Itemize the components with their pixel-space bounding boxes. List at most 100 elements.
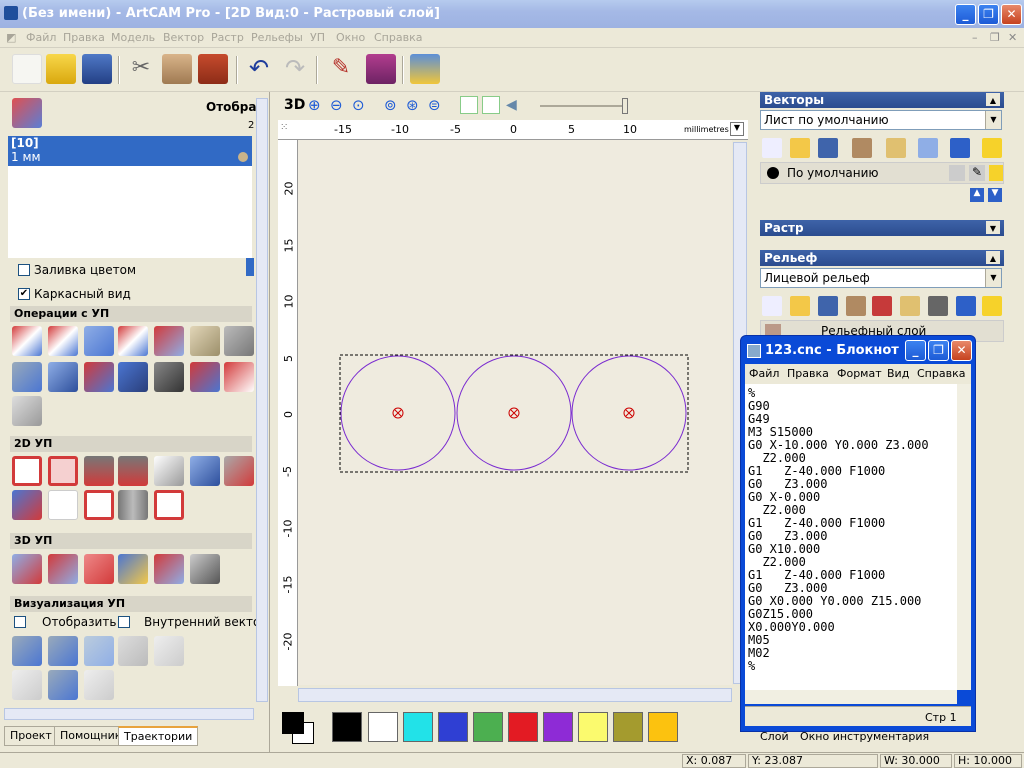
lock-icon[interactable]	[949, 165, 965, 181]
relief-select[interactable]: Лицевой рельеф ▼	[760, 268, 1002, 288]
chevron-down-icon[interactable]: ▼	[985, 269, 1001, 287]
sim-fast-icon[interactable]	[84, 636, 114, 666]
units-dropdown-icon[interactable]: ▼	[730, 122, 744, 136]
save-icon[interactable]	[82, 54, 112, 84]
notepad-menu-view[interactable]: Вид	[887, 367, 909, 380]
zoom-out-icon[interactable]: ⊖	[330, 96, 343, 114]
snap-grid-icon[interactable]	[460, 96, 478, 114]
open-folder-icon[interactable]	[46, 54, 76, 84]
left-horizontal-scrollbar[interactable]	[4, 708, 254, 720]
collapse-icon[interactable]: ▲	[986, 251, 1000, 264]
delete-layer-icon[interactable]	[950, 138, 970, 158]
new-layer-icon[interactable]	[762, 138, 782, 158]
chevron-down-icon[interactable]: ▼	[985, 111, 1001, 129]
menu-help[interactable]: Справка	[374, 31, 422, 44]
pocket-icon[interactable]	[48, 456, 78, 486]
side-marker[interactable]	[246, 258, 254, 276]
drawing-canvas[interactable]	[298, 140, 732, 685]
layer-row[interactable]: По умолчанию ✎	[760, 162, 1004, 184]
save-toolpath-icon[interactable]	[84, 362, 114, 392]
notepad-text-area[interactable]: % G90 G49 M3 S15000 G0 X-10.000 Y0.000 Z…	[745, 384, 957, 690]
redo-icon[interactable]: ↷	[280, 54, 310, 84]
rest-machining-icon[interactable]	[118, 554, 148, 584]
feature-icon[interactable]	[12, 490, 42, 520]
cut-icon[interactable]: ✂	[126, 54, 156, 84]
notepad-vertical-scrollbar[interactable]	[957, 384, 971, 690]
tab-project[interactable]: Проект	[4, 726, 58, 746]
ruler-origin-icon[interactable]: ⁙	[280, 122, 296, 138]
zoom-box-icon[interactable]: ⊚	[384, 96, 397, 114]
load-toolpath-icon[interactable]	[118, 362, 148, 392]
expand-icon[interactable]: ▼	[986, 221, 1000, 234]
toolpath-delete-icon[interactable]	[154, 326, 184, 356]
notepad-minimize-button[interactable]: _	[905, 340, 926, 361]
inlay-icon[interactable]	[224, 456, 254, 486]
sim-block-icon[interactable]	[12, 636, 42, 666]
copy-relief-icon[interactable]	[846, 296, 866, 316]
fluting-icon[interactable]	[118, 490, 148, 520]
tab-assistant[interactable]: Помощник	[54, 726, 128, 746]
sim-gray-icon[interactable]	[118, 636, 148, 666]
collapse-icon[interactable]: ▲	[986, 93, 1000, 106]
relief-stack-icon[interactable]	[872, 296, 892, 316]
vectors-header[interactable]: Векторы ▲	[760, 92, 1004, 108]
paste-layer-icon[interactable]	[886, 138, 906, 158]
copy-icon[interactable]	[162, 54, 192, 84]
new-relief-icon[interactable]	[762, 296, 782, 316]
wireframe-checkbox[interactable]: ✔	[18, 288, 30, 300]
merge-layer-icon[interactable]	[918, 138, 938, 158]
mdi-minimize-icon[interactable]: –	[972, 31, 978, 44]
sequence-icon[interactable]	[48, 490, 78, 520]
color-swatch-cyan[interactable]	[403, 712, 433, 742]
notepad-menu-file[interactable]: Файл	[749, 367, 779, 380]
material-icon[interactable]	[48, 362, 78, 392]
color-swatch-white[interactable]	[368, 712, 398, 742]
undo-icon[interactable]: ↶	[244, 54, 274, 84]
menu-file[interactable]: Файл	[26, 31, 56, 44]
visibility-icon[interactable]	[982, 138, 1002, 158]
transform-toolpath-icon[interactable]	[190, 362, 220, 392]
toolpath-info-icon[interactable]	[48, 326, 78, 356]
toolpath-order-icon[interactable]	[190, 326, 220, 356]
feature-machining-icon[interactable]	[154, 554, 184, 584]
edit-icon[interactable]: ✎	[969, 165, 985, 181]
menu-edit[interactable]: Правка	[63, 31, 105, 44]
sim-save-icon[interactable]	[48, 670, 78, 700]
relief-layers-icon[interactable]	[84, 554, 114, 584]
notepad-menu-format[interactable]: Формат	[837, 367, 882, 380]
vector-sheet-select[interactable]: Лист по умолчанию ▼	[760, 110, 1002, 130]
notepad-menu-help[interactable]: Справка	[917, 367, 965, 380]
tab-toolpaths[interactable]: Траектории	[118, 726, 199, 746]
probe-icon[interactable]	[190, 554, 220, 584]
sim-gray4-icon[interactable]	[84, 670, 114, 700]
zoom-fit-icon[interactable]: ⊙	[352, 96, 365, 114]
close-button[interactable]: ✕	[1001, 4, 1022, 25]
maximize-button[interactable]: ❐	[978, 4, 999, 25]
zoom-all-icon[interactable]: ⊜	[428, 96, 441, 114]
sim-gray3-icon[interactable]	[12, 670, 42, 700]
menu-raster[interactable]: Растр	[211, 31, 244, 44]
arrow-up-icon[interactable]: ▲	[970, 188, 984, 202]
simulate-icon[interactable]	[12, 396, 42, 426]
toolpath-list[interactable]	[8, 166, 252, 258]
engrave-text-icon[interactable]	[154, 456, 184, 486]
color-swatch-green[interactable]	[473, 712, 503, 742]
arrow-down-icon[interactable]: ▼	[988, 188, 1002, 202]
visibility-relief-icon[interactable]	[982, 296, 1002, 316]
menu-reliefs[interactable]: Рельефы	[251, 31, 303, 44]
left-vertical-scrollbar[interactable]	[256, 98, 268, 702]
menu-model[interactable]: Модель	[111, 31, 155, 44]
toolpath-edit-icon[interactable]	[118, 326, 148, 356]
vbit-icon[interactable]	[84, 456, 114, 486]
color-swatch-blue[interactable]	[438, 712, 468, 742]
create-toolpath-icon[interactable]	[12, 326, 42, 356]
sim-gray2-icon[interactable]	[154, 636, 184, 666]
tool-db-icon[interactable]	[12, 362, 42, 392]
save-relief-icon[interactable]	[818, 296, 838, 316]
relief-header[interactable]: Рельеф ▲	[760, 250, 1004, 266]
t-slot-icon[interactable]	[84, 490, 114, 520]
open-layer-icon[interactable]	[790, 138, 810, 158]
pointer-icon[interactable]: ◀	[506, 97, 517, 113]
sketch-icon[interactable]: ✎	[326, 54, 356, 84]
menu-window[interactable]: Окно	[336, 31, 365, 44]
